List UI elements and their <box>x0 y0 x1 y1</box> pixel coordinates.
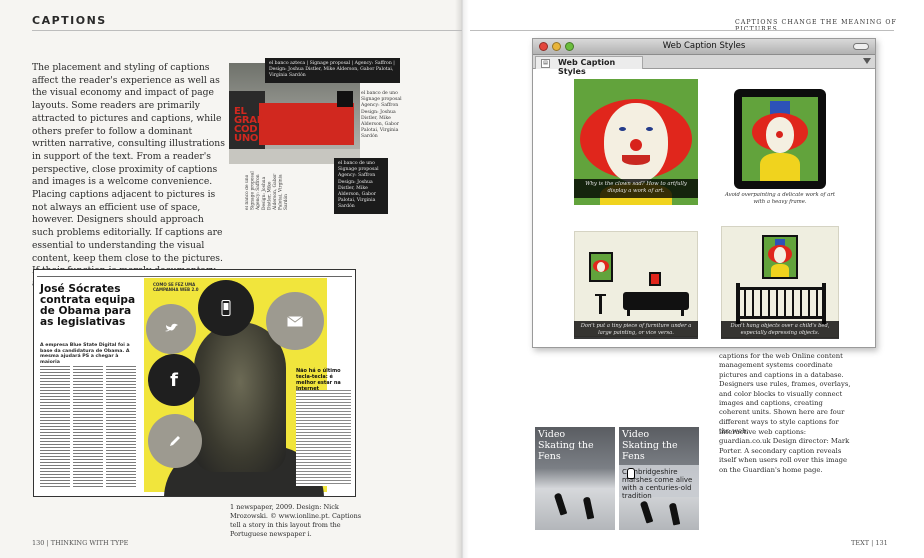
window-titlebar[interactable]: Web Caption Styles <box>533 39 875 55</box>
bird-icon <box>146 304 196 354</box>
folio-left: 130 | THINKING WITH TYPE <box>32 539 129 547</box>
newspaper-caption: 1 newspaper, 2009. Design: Nick Mrozowsk… <box>230 503 362 538</box>
image-caption-overlay: Why is the clown sad? How to artfully di… <box>574 179 698 198</box>
image-caption-below: Avoid overpainting a delicate work of ar… <box>725 192 835 206</box>
web-captions-caption: captions for the web Online content mana… <box>719 352 851 436</box>
poster-caption-bottom: el banco de uno Signage proposal Agency:… <box>334 158 388 214</box>
toolbar-toggle-button[interactable] <box>853 43 869 50</box>
pen-icon <box>148 414 202 468</box>
tab-bar: ▤ Web Caption Styles <box>533 55 875 76</box>
newspaper-column <box>106 366 136 488</box>
header-rule <box>32 30 462 31</box>
page-icon: ▤ <box>541 59 550 68</box>
header-rule-right <box>470 30 894 31</box>
phone-icon <box>198 280 254 336</box>
skater <box>668 502 681 526</box>
facebook-icon: f <box>148 354 200 406</box>
bank-logo-icon <box>337 91 353 107</box>
video-label: Video Skating the Fens <box>538 429 594 462</box>
skater <box>639 500 654 524</box>
mail-icon <box>266 292 324 350</box>
video-label: Video Skating the Fens <box>622 429 678 462</box>
newspaper-sidebar-text <box>296 390 351 486</box>
newspaper-subhead: A empresa Blue State Digital foi a base … <box>40 343 130 365</box>
newspaper-headline: José Sócrates contrata equipa de Obama p… <box>40 283 136 328</box>
newspaper-kicker: COMO SE FEZ UMA CAMPANHA WEB 2.0 <box>153 282 199 292</box>
chevron-down-icon[interactable] <box>863 58 871 64</box>
tab-label: Web Caption Styles <box>558 58 616 76</box>
room-caption-2: Don't hang objects over a child's bed, e… <box>721 321 839 339</box>
book-gutter <box>455 0 469 558</box>
poster-caption-top: el banco azteca | Signage proposal | Age… <box>265 58 400 83</box>
window-title: Web Caption Styles <box>662 41 746 51</box>
framed-clown-image <box>734 89 826 189</box>
newspaper-masthead-rule <box>37 273 352 277</box>
skater <box>553 492 568 516</box>
portrait-face <box>194 322 286 472</box>
newspaper-column <box>73 366 103 488</box>
browser-window: Web Caption Styles ▤ Web Caption Styles … <box>532 38 876 348</box>
hand-cursor-icon <box>627 468 635 479</box>
video-thumbnail-rollover[interactable]: Video Skating the Fens Cambridgeshire ma… <box>619 427 699 530</box>
skater <box>582 496 595 520</box>
newspaper-sidebar-head: Não há o último tecla-tecla: é melhor es… <box>296 368 341 392</box>
poster-caption-vertical: el banco de uno Signage proposal Agency:… <box>245 171 290 210</box>
video-thumbnail[interactable]: Video Skating the Fens <box>535 427 615 530</box>
guardian-caption: interactive web captions: guardian.co.uk… <box>719 428 850 474</box>
tab-web-caption-styles[interactable]: ▤ Web Caption Styles <box>535 56 643 76</box>
room-caption-1: Don't put a tiny piece of furniture unde… <box>574 321 698 339</box>
section-title: CAPTIONS <box>32 14 107 27</box>
newspaper-column <box>40 366 70 488</box>
body-text: The placement and styling of captions af… <box>32 62 225 289</box>
newspaper-spread: José Sócrates contrata equipa de Obama p… <box>33 269 356 497</box>
poster-title: EL GRAN COD UNO <box>234 106 265 144</box>
poster-caption-middle: el banco de uno Signage proposal Agency:… <box>361 91 402 140</box>
folio-right: TEXT | 131 <box>851 539 888 547</box>
